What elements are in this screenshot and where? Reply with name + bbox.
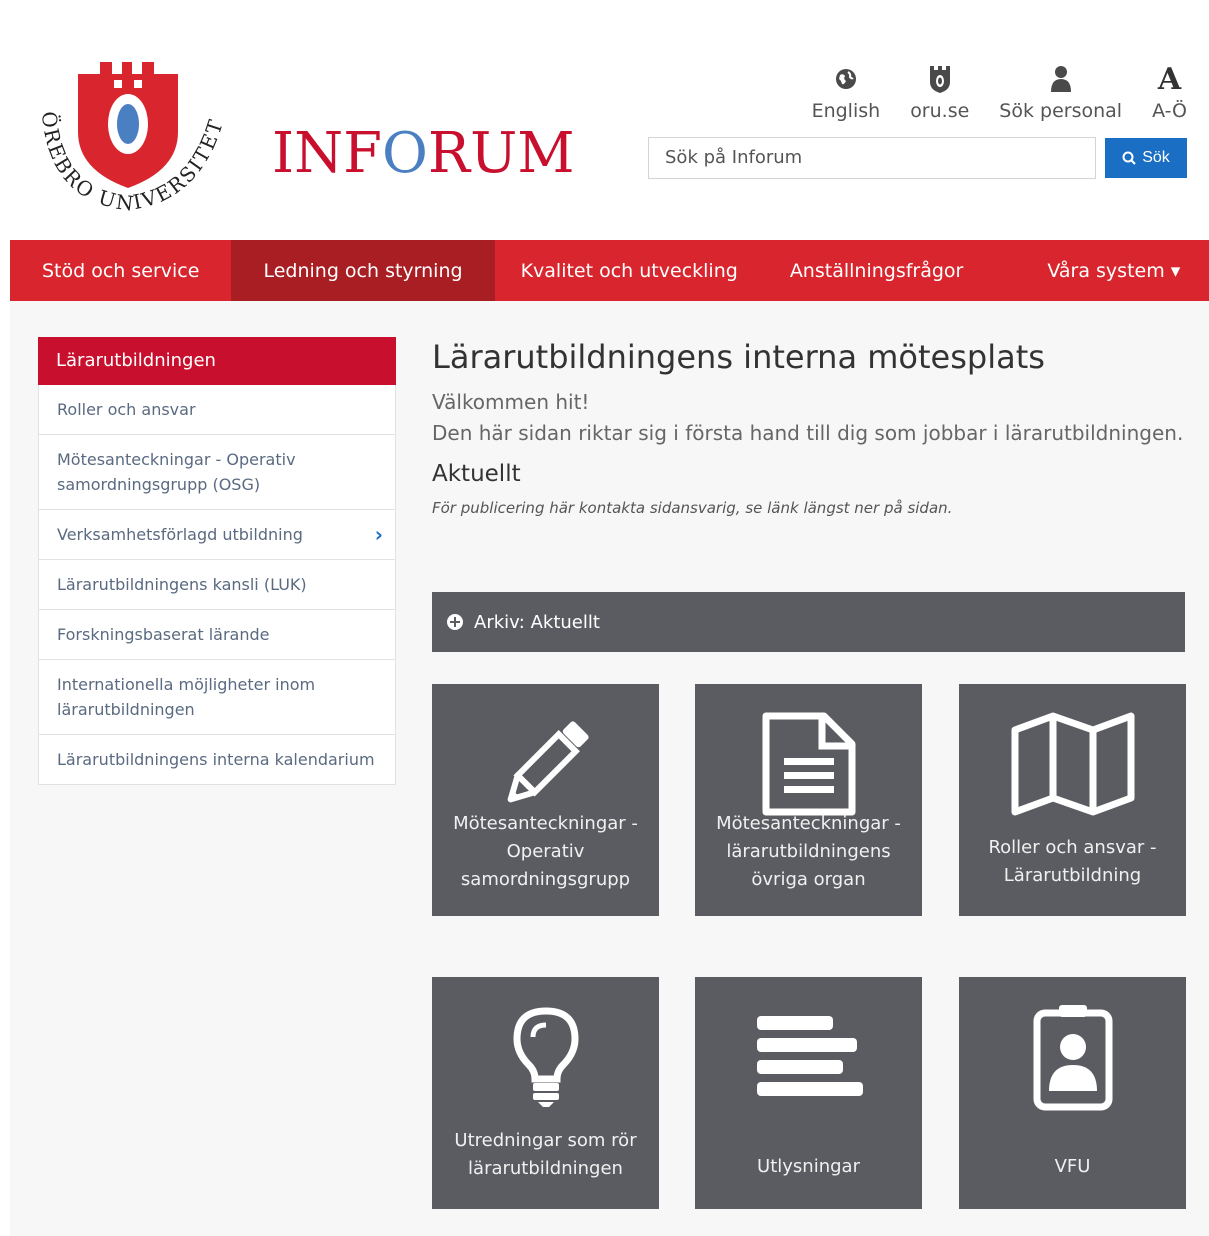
main-nav: Stöd och service Ledning och styrning Kv… <box>10 240 1209 301</box>
tile-label: VFU <box>1054 1156 1091 1177</box>
link-sok-personal[interactable]: Sök personal <box>999 62 1122 122</box>
document-icon <box>695 708 922 820</box>
archive-label: Arkiv: Aktuellt <box>474 611 600 633</box>
sidebar-item-label: Lärarutbildningens interna kalendarium <box>57 750 375 769</box>
sidebar-item-label: Forskningsbaserat lärande <box>57 625 270 644</box>
link-oru-se[interactable]: oru.se <box>910 62 969 122</box>
sidebar-item-internationella[interactable]: Internationella möjligheter inom lärarut… <box>38 660 396 735</box>
tile-roller-och-ansvar[interactable]: Roller och ansvar - Lärarutbildning <box>959 684 1186 916</box>
person-icon <box>1050 62 1072 96</box>
sidebar-item-forskning[interactable]: Forskningsbaserat lärande <box>38 610 396 660</box>
tile-motesanteckningar-ovriga[interactable]: Mötesanteckningar - lärarutbildningens ö… <box>695 684 922 916</box>
tile-label: Utredningar som rör lärarutbildningen <box>454 1130 637 1179</box>
tile-label: Mötesanteckningar - lärarutbildningens ö… <box>716 813 901 890</box>
tile-vfu[interactable]: VFU <box>959 977 1186 1209</box>
plus-circle-icon <box>447 614 463 630</box>
main-content: Lärarutbildningens interna mötesplats Vä… <box>432 337 1187 517</box>
badge-icon <box>959 1001 1186 1113</box>
nav-kvalitet-och-utveckling[interactable]: Kvalitet och utveckling <box>495 240 770 301</box>
pencil-icon <box>432 708 659 820</box>
utility-links: English oru.se Sök personal A A-Ö <box>782 61 1187 123</box>
sidebar-item-label: Internationella möjligheter inom lärarut… <box>57 675 316 719</box>
nav-anstallningsfragor[interactable]: Anställningsfrågor <box>770 240 996 301</box>
chevron-right-icon: › <box>374 522 383 546</box>
nav-vara-system[interactable]: Våra system ▾ <box>995 240 1209 301</box>
sidebar-item-vfu[interactable]: Verksamhetsförlagd utbildning › <box>38 510 396 560</box>
lightbulb-icon <box>432 1001 659 1113</box>
link-sok-personal-label: Sök personal <box>999 100 1123 122</box>
site-header: ÖREBRO UNIVERSITET INFORUM English oru.s… <box>0 0 1209 240</box>
welcome-line-1: Välkommen hit! <box>432 390 590 414</box>
shield-icon <box>928 62 952 96</box>
nav-stod-och-service[interactable]: Stöd och service <box>10 240 231 301</box>
nav-ledning-och-styrning[interactable]: Ledning och styrning <box>231 240 495 301</box>
sidebar-item-label: Mötesanteckningar - Operativ samordnings… <box>57 450 296 494</box>
link-english-label: English <box>811 100 881 122</box>
search-button-label: Sök <box>1142 149 1170 166</box>
link-oru-se-label: oru.se <box>910 100 970 122</box>
link-a-o-label: A-Ö <box>1152 100 1187 122</box>
search-input[interactable]: Sök på Inforum <box>648 137 1096 179</box>
search-icon <box>1122 151 1136 165</box>
sidebar-item-roller[interactable]: Roller och ansvar <box>38 385 396 435</box>
page-title: Lärarutbildningens interna mötesplats <box>432 338 1045 376</box>
sidebar-heading[interactable]: Lärarutbildningen <box>38 337 396 385</box>
sidebar-item-kansli[interactable]: Lärarutbildningens kansli (LUK) <box>38 560 396 610</box>
link-a-o[interactable]: A A-Ö <box>1152 61 1187 123</box>
university-logo[interactable]: ÖREBRO UNIVERSITET <box>28 52 258 222</box>
globe-icon <box>834 62 858 96</box>
brand-part-inf: INF <box>272 121 382 186</box>
brand-part-o: O <box>381 121 428 186</box>
sidebar-item-kalendarium[interactable]: Lärarutbildningens interna kalendarium <box>38 735 396 785</box>
sidebar-item-label: Lärarutbildningens kansli (LUK) <box>57 575 307 594</box>
tile-motesanteckningar-osg[interactable]: Mötesanteckningar - Operativ samordnings… <box>432 684 659 916</box>
brand-part-rum: RUM <box>427 121 575 186</box>
archive-toggle[interactable]: Arkiv: Aktuellt <box>432 592 1185 652</box>
sidebar-item-motesanteckningar-osg[interactable]: Mötesanteckningar - Operativ samordnings… <box>38 435 396 510</box>
welcome-line-2: Den här sidan riktar sig i första hand t… <box>432 421 1184 445</box>
logo-seal: ÖREBRO UNIVERSITET <box>37 62 226 216</box>
map-icon <box>959 708 1186 820</box>
sidebar: Lärarutbildningen Roller och ansvar Möte… <box>38 337 396 785</box>
tile-utlysningar[interactable]: Utlysningar <box>695 977 922 1209</box>
letter-a-icon: A <box>1157 61 1182 97</box>
welcome-text: Välkommen hit! Den här sidan riktar sig … <box>432 387 1187 449</box>
tile-utredningar[interactable]: Utredningar som rör lärarutbildningen <box>432 977 659 1209</box>
sidebar-item-label: Verksamhetsförlagd utbildning <box>57 525 303 544</box>
sidebar-item-label: Roller och ansvar <box>57 400 196 419</box>
search-button[interactable]: Sök <box>1105 138 1187 178</box>
text-lines-icon <box>695 1001 922 1113</box>
tile-label: Utlysningar <box>757 1156 860 1177</box>
tile-label: Roller och ansvar - Lärarutbildning <box>988 837 1157 886</box>
section-heading: Aktuellt <box>432 461 521 487</box>
link-english[interactable]: English <box>811 62 881 122</box>
publish-note: För publicering här kontakta sidansvarig… <box>432 499 953 517</box>
tile-label: Mötesanteckningar - Operativ samordnings… <box>453 813 638 890</box>
content-area: Lärarutbildningen Roller och ansvar Möte… <box>10 301 1209 1236</box>
inforum-wordmark[interactable]: INFORUM <box>272 126 575 182</box>
